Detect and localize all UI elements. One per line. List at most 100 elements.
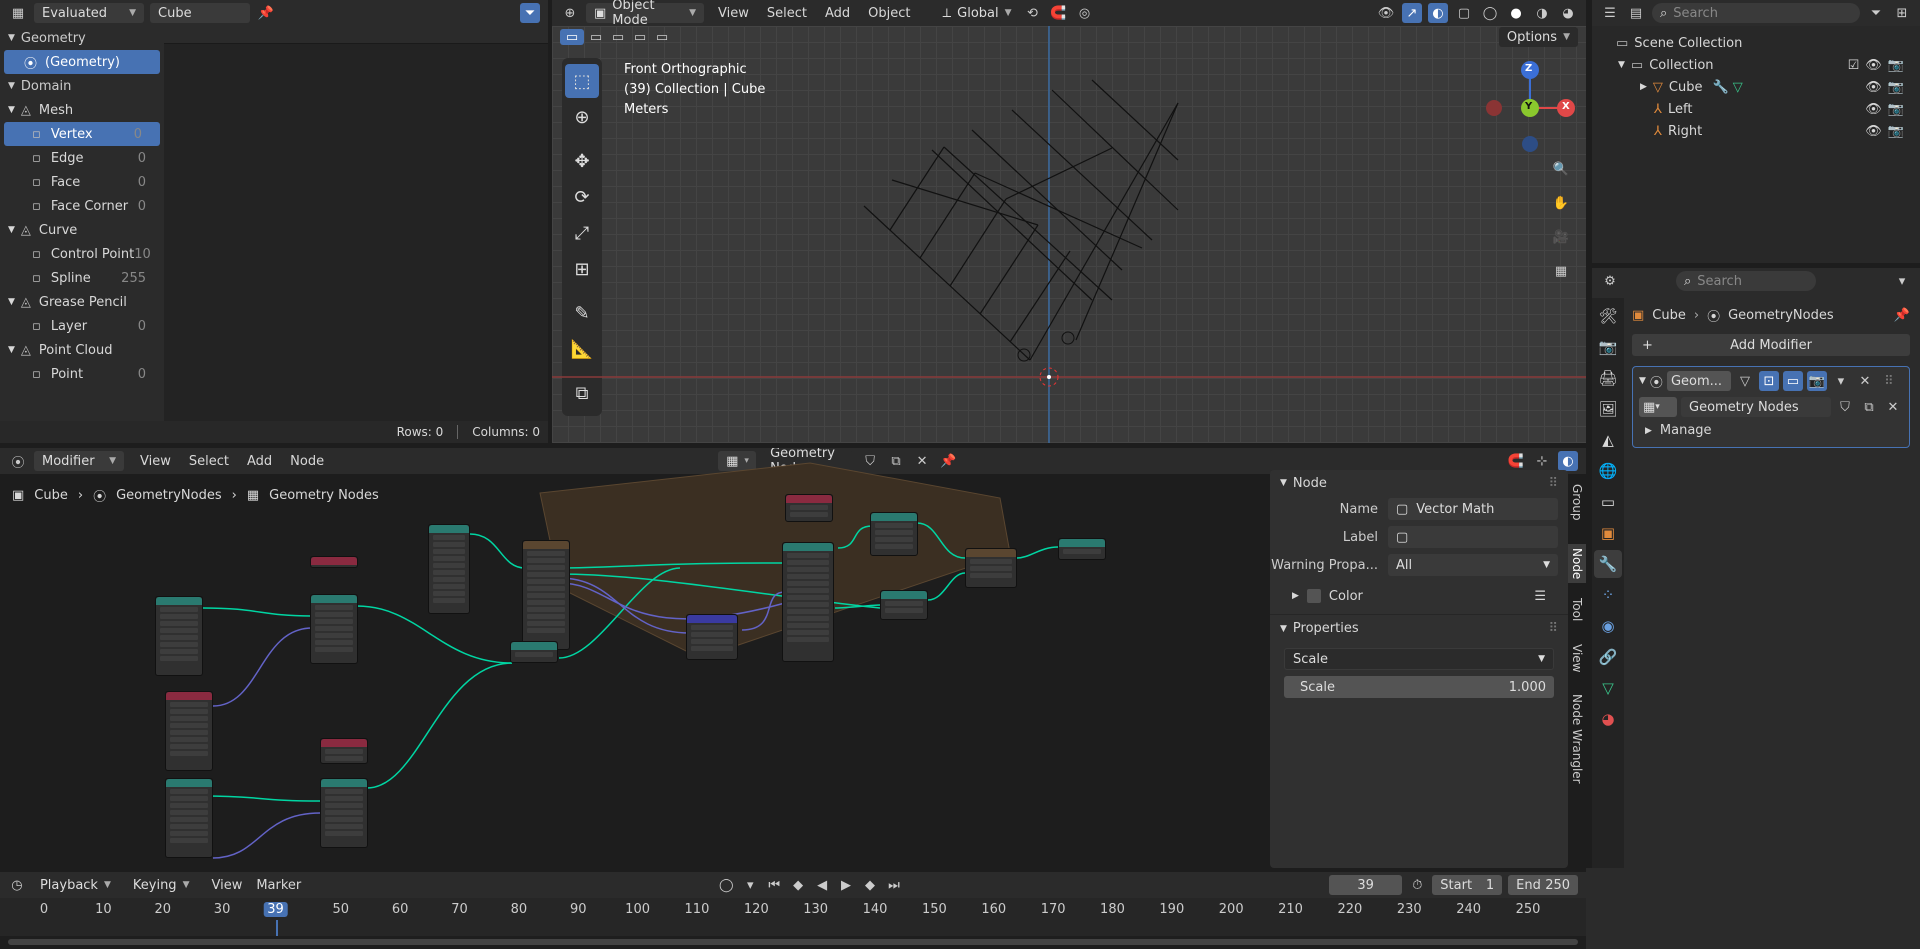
collection-toggles-icon[interactable]: ☑👁📷 [1848,58,1910,73]
node-socket-row[interactable] [787,574,829,579]
node-header[interactable] [156,597,202,605]
node-header[interactable] [321,779,367,787]
node-socket-row[interactable] [433,549,465,554]
playback-menu[interactable]: Playback ▼ [32,875,119,895]
node-socket-row[interactable] [787,630,829,635]
editor-type-icon[interactable]: ☰ [1600,3,1620,23]
node-socket-row[interactable] [160,621,198,626]
cage-icon[interactable]: ⊡ [1758,371,1779,391]
graph-node[interactable] [310,594,358,664]
node-header[interactable] [321,739,367,747]
gizmo-z-label[interactable]: Z [1525,63,1532,74]
node-socket-row[interactable] [325,824,363,829]
tool-tab-icon[interactable]: 🛠 [1594,302,1622,330]
chevron-down-icon[interactable]: ▾ [1892,271,1912,291]
graph-node[interactable] [320,738,368,764]
domain-item[interactable]: ▫ Control Point 10 [0,242,164,266]
graph-node[interactable] [870,512,918,556]
pin-icon[interactable]: 📌 [1894,308,1910,323]
outliner-item-right[interactable]: ⅄ Right 👁📷 [1592,120,1920,142]
manage-subpanel[interactable]: ▶ Manage [1633,417,1909,444]
add-modifier-button[interactable]: + Add Modifier [1632,334,1910,356]
unlink-icon[interactable]: ✕ [1883,397,1903,417]
node-socket-row[interactable] [160,642,198,647]
node-socket-row[interactable] [527,614,565,619]
node-socket-row[interactable] [325,749,363,754]
perspective-grid-icon[interactable]: ▦ [1548,258,1574,284]
graph-node[interactable] [155,596,203,676]
list-icon[interactable]: ☰ [1534,589,1546,604]
node-socket-row[interactable] [170,824,208,829]
node-socket-row[interactable] [433,542,465,547]
evaluation-mode-dropdown[interactable]: Evaluated ▼ [34,3,144,23]
node-socket-row[interactable] [527,579,565,584]
node-socket-row[interactable] [325,796,363,801]
keying-set-icon[interactable]: ▾ [741,875,759,895]
edit-mode-icon[interactable]: ▽ [1735,371,1755,391]
node-header[interactable] [881,591,927,599]
gizmo-y-label[interactable]: Y [1525,101,1532,112]
node-socket-row[interactable] [325,831,363,836]
node-socket-row[interactable] [170,831,208,836]
node-socket-row[interactable] [691,639,733,644]
frame-tick-label[interactable]: 90 [570,902,587,917]
object-tab-icon[interactable]: ▣ [1594,519,1622,547]
frame-tick-label[interactable]: 150 [922,902,947,917]
tab-view[interactable]: View [1570,644,1584,672]
frame-tick-label[interactable]: 160 [981,902,1006,917]
operation-dropdown[interactable]: Scale ▼ [1284,648,1554,670]
graph-node[interactable] [785,494,833,522]
node-socket-row[interactable] [325,756,363,761]
node-socket-row[interactable] [527,621,565,626]
node-socket-row[interactable] [787,553,829,558]
keying-menu[interactable]: Keying ▼ [125,875,198,895]
drag-handle-icon[interactable]: ⠿ [1548,476,1558,491]
node-socket-row[interactable] [160,607,198,612]
data-tab-icon[interactable]: ▽ [1594,674,1622,702]
warning-propagation-dropdown[interactable]: All ▼ [1388,554,1558,576]
node-socket-row[interactable] [433,591,465,596]
filter-icon[interactable]: ⏷ [520,3,540,23]
frame-tick-label[interactable]: 70 [451,902,468,917]
node-socket-row[interactable] [787,560,829,565]
node-socket-row[interactable] [970,573,1012,578]
node-socket-row[interactable] [170,702,208,707]
node-socket-row[interactable] [875,530,913,535]
node-socket-row[interactable] [527,607,565,612]
node-socket-row[interactable] [691,625,733,630]
node-socket-row[interactable] [170,803,208,808]
tab-tool[interactable]: Tool [1570,598,1584,621]
node-socket-row[interactable] [315,640,353,645]
node-label-field[interactable]: ▢ [1388,526,1558,548]
frame-tick-label[interactable]: 210 [1278,902,1303,917]
node-socket-row[interactable] [433,598,465,603]
domain-item[interactable]: ▫ Spline 255 [0,266,164,290]
snap-target-icon[interactable]: ⊹ [1532,451,1552,471]
editor-type-icon[interactable]: ▦ [8,3,28,23]
play-reverse-icon[interactable]: ◀ [813,875,831,895]
jump-end-icon[interactable]: ⏭ [885,875,903,895]
node-socket-row[interactable] [170,810,208,815]
tab-group[interactable]: Group [1570,484,1584,521]
object-field[interactable]: Cube [150,3,250,23]
node-socket-row[interactable] [433,563,465,568]
node-header[interactable] [429,525,469,533]
node-socket-row[interactable] [170,730,208,735]
graph-node[interactable] [965,548,1017,588]
render-display-icon[interactable]: 📷 [1806,371,1827,391]
close-icon[interactable]: ✕ [1855,371,1875,391]
node-socket-row[interactable] [170,709,208,714]
node-socket-row[interactable] [315,619,353,624]
node-socket-row[interactable] [885,601,923,606]
node-socket-row[interactable] [970,559,1012,564]
frame-tick-label[interactable]: 100 [625,902,650,917]
node-socket-row[interactable] [527,551,565,556]
node-socket-row[interactable] [325,803,363,808]
node-header[interactable] [786,495,832,503]
node-socket-row[interactable] [1063,549,1101,554]
frame-tick-label[interactable]: 190 [1159,902,1184,917]
prev-keyframe-icon[interactable]: ◆ [789,875,807,895]
domain-group-2[interactable]: ▼ ◬ Grease Pencil [0,290,164,314]
node-socket-row[interactable] [315,605,353,610]
node-socket-row[interactable] [885,608,923,613]
